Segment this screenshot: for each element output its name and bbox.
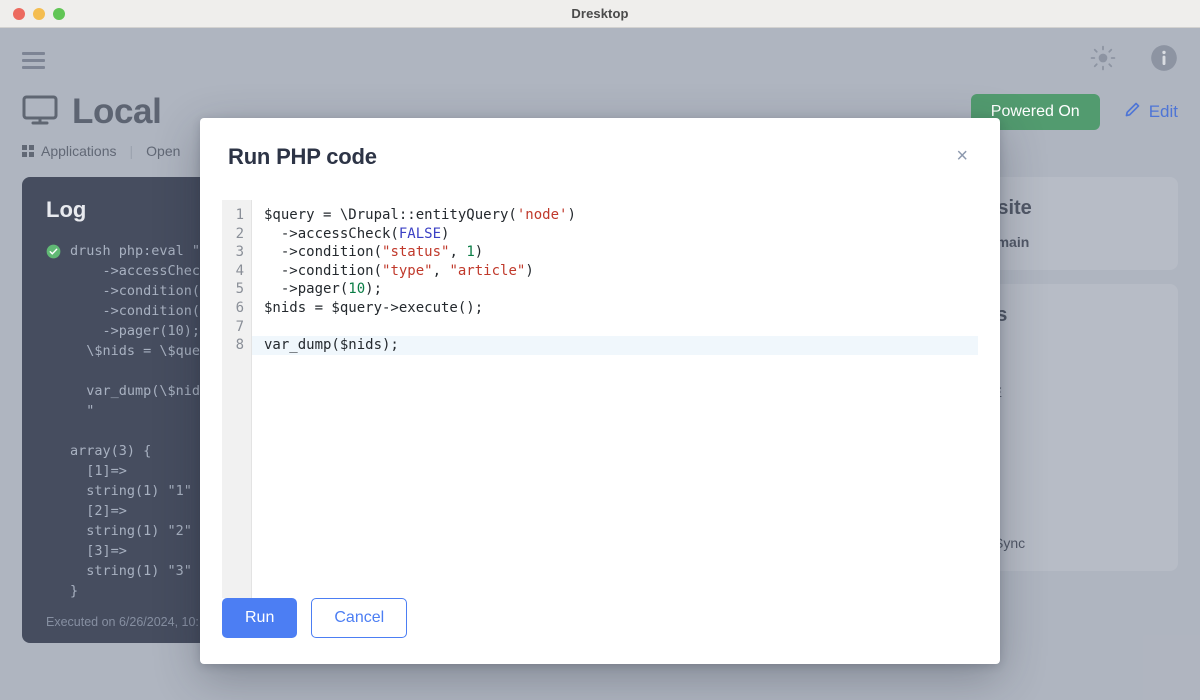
run-php-code-dialog: Run PHP code × 12345678 $query = \Drupal… [200,118,1000,664]
line-number: 1 [222,206,244,225]
php-code-editor[interactable]: 12345678 $query = \Drupal::entityQuery('… [222,200,978,598]
code-line[interactable]: ->condition("type", "article") [252,262,978,281]
code-line[interactable]: ->condition("status", 1) [252,243,978,262]
close-icon[interactable]: × [952,144,972,168]
modal-header: Run PHP code × [200,118,1000,170]
window-title: Dresktop [0,6,1200,21]
traffic-light-controls [0,8,65,20]
zoom-window-button[interactable] [53,8,65,20]
code-line[interactable]: $nids = $query->execute(); [252,299,978,318]
line-number: 7 [222,318,244,337]
cancel-button[interactable]: Cancel [311,598,407,638]
editor-line-numbers: 12345678 [222,200,252,598]
line-number: 8 [222,336,244,355]
code-line[interactable]: ->pager(10); [252,280,978,299]
code-line[interactable]: var_dump($nids); [252,336,978,355]
code-line[interactable] [252,318,978,337]
minimize-window-button[interactable] [33,8,45,20]
app-window: Dresktop [0,0,1200,700]
line-number: 6 [222,299,244,318]
code-line[interactable]: ->accessCheck(FALSE) [252,225,978,244]
modal-title: Run PHP code [228,144,377,170]
line-number: 2 [222,225,244,244]
modal-footer: Run Cancel [200,598,1000,664]
editor-code-area[interactable]: $query = \Drupal::entityQuery('node') ->… [252,200,978,598]
line-number: 3 [222,243,244,262]
app-body: Local Powered On Edit [0,28,1200,700]
window-titlebar: Dresktop [0,0,1200,28]
run-button[interactable]: Run [222,598,297,638]
line-number: 4 [222,262,244,281]
code-line[interactable]: $query = \Drupal::entityQuery('node') [252,206,978,225]
close-window-button[interactable] [13,8,25,20]
line-number: 5 [222,280,244,299]
